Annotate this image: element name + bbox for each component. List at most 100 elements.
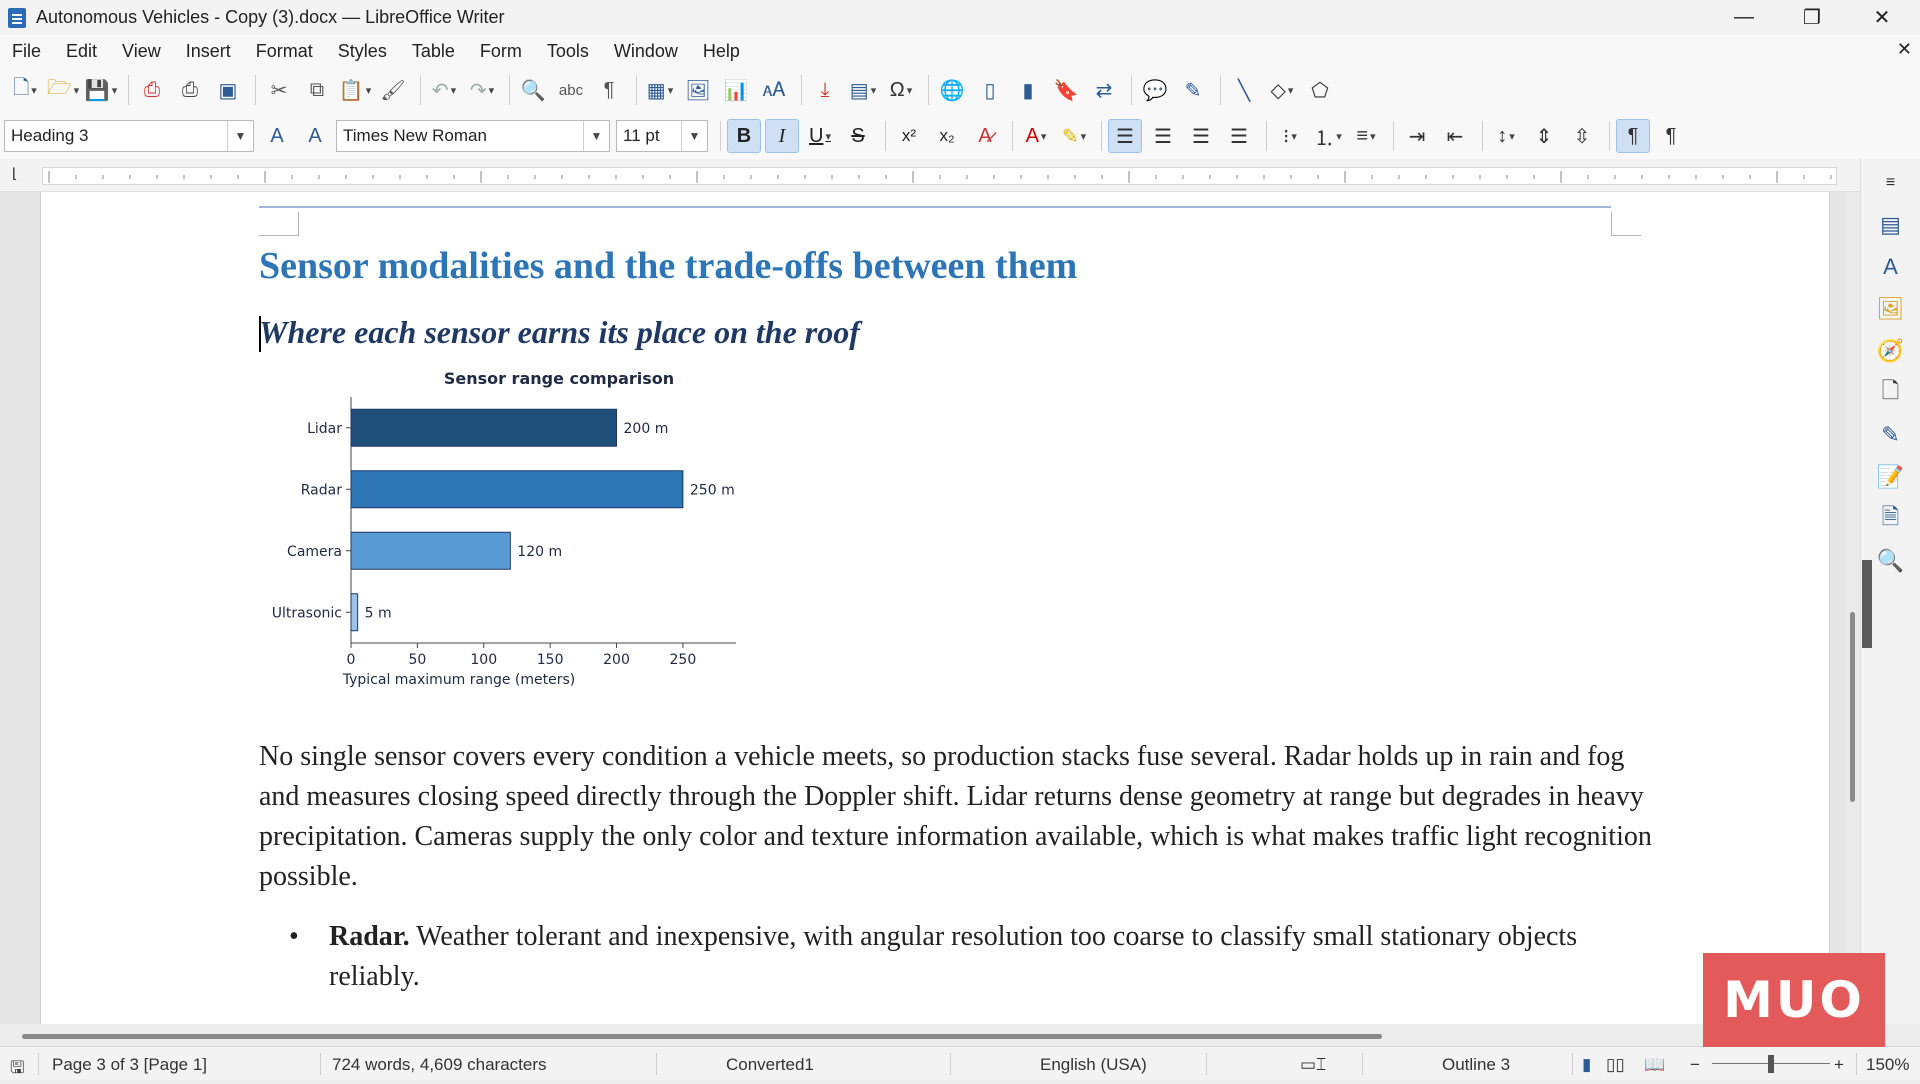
copy-icon[interactable]: ⧉ [300, 73, 334, 107]
redo-icon[interactable]: ↷ [465, 73, 499, 107]
line-spacing-icon[interactable]: ↕ [1489, 119, 1523, 153]
menu-tools[interactable]: Tools [535, 41, 602, 62]
horizontal-scrollbar[interactable] [0, 1024, 1860, 1046]
font-name-combo[interactable]: Times New Roman ▼ [336, 120, 610, 152]
book-view-icon[interactable]: 📖 [1644, 1055, 1665, 1075]
find-icon[interactable]: 🔍 [1873, 543, 1909, 579]
superscript-button[interactable]: x² [892, 119, 926, 153]
italic-button[interactable]: I [765, 119, 799, 153]
insert-table-icon[interactable]: ▦ [643, 73, 677, 107]
underline-button[interactable]: U [803, 119, 837, 153]
align-left-button[interactable]: ☰ [1108, 119, 1142, 153]
chevron-down-icon[interactable]: ▼ [681, 121, 707, 151]
clone-formatting-icon[interactable]: 🖌 [376, 73, 410, 107]
menu-form[interactable]: Form [468, 41, 535, 62]
insert-image-icon[interactable]: 🖼 [681, 73, 715, 107]
insert-textbox-icon[interactable]: 🗚 [757, 73, 791, 107]
strikethrough-button[interactable]: S [841, 119, 875, 153]
chevron-down-icon[interactable]: ▼ [583, 121, 609, 151]
cross-reference-icon[interactable]: ⇄ [1087, 73, 1121, 107]
page-icon[interactable]: 🗋 [1873, 375, 1909, 411]
bookmark-icon[interactable]: 🔖 [1049, 73, 1083, 107]
formatting-marks-icon[interactable]: ¶ [592, 73, 626, 107]
highlight-color-icon[interactable]: ✎ [1057, 119, 1091, 153]
comment-icon[interactable]: 💬 [1138, 73, 1172, 107]
multi-page-view-icon[interactable]: ▯▯ [1606, 1055, 1625, 1075]
page-break-icon[interactable]: ⤓ [808, 73, 842, 107]
menu-insert[interactable]: Insert [174, 41, 244, 62]
menu-styles[interactable]: Styles [326, 41, 400, 62]
draw-functions-icon[interactable]: ⬠ [1303, 73, 1337, 107]
endnote-icon[interactable]: ▮ [1011, 73, 1045, 107]
navigator-icon[interactable]: 🧭 [1873, 333, 1909, 369]
hyperlink-icon[interactable]: 🌐 [935, 73, 969, 107]
find-replace-icon[interactable]: 🔍 [516, 73, 550, 107]
basic-shapes-icon[interactable]: ◇ [1265, 73, 1299, 107]
increase-indent-icon[interactable]: ⇥ [1400, 119, 1434, 153]
body-paragraph[interactable]: No single sensor covers every condition … [259, 737, 1659, 897]
track-changes-icon[interactable]: ✎ [1176, 73, 1210, 107]
footnote-icon[interactable]: ▯ [973, 73, 1007, 107]
menu-edit[interactable]: Edit [54, 41, 110, 62]
undo-icon[interactable]: ↶ [427, 73, 461, 107]
bold-button[interactable]: B [727, 119, 761, 153]
print-preview-icon[interactable]: ▣ [211, 73, 245, 107]
line-icon[interactable]: ╲ [1227, 73, 1261, 107]
align-center-button[interactable]: ☰ [1146, 119, 1180, 153]
tab-stop-selector-icon[interactable]: ⌊ [12, 165, 17, 182]
right-to-left-icon[interactable]: ¶ [1654, 119, 1688, 153]
decrease-indent-icon[interactable]: ⇤ [1438, 119, 1472, 153]
embedded-chart[interactable]: Sensor range comparison Lidar 200 m Radar 25… [259, 367, 779, 717]
export-pdf-icon[interactable]: ⎙ [135, 73, 169, 107]
paragraph-style-combo[interactable]: Heading 3 ▼ [4, 120, 254, 152]
word-count[interactable]: 724 words, 4,609 characters [332, 1055, 547, 1075]
styles-icon[interactable]: A [1873, 249, 1909, 285]
insert-field-icon[interactable]: ▤ [846, 73, 880, 107]
page-number[interactable]: Page 3 of 3 [Page 1] [52, 1055, 207, 1075]
clear-formatting-icon[interactable]: A̷ [968, 119, 1002, 153]
align-right-button[interactable]: ☰ [1184, 119, 1218, 153]
increase-paragraph-spacing-icon[interactable]: ⇕ [1527, 119, 1561, 153]
chevron-down-icon[interactable]: ▼ [227, 121, 253, 151]
menu-view[interactable]: View [110, 41, 174, 62]
print-icon[interactable]: ⎙ [173, 73, 207, 107]
zoom-slider-handle[interactable] [1768, 1055, 1774, 1073]
heading-3[interactable]: Where each sensor earns its place on the… [259, 314, 860, 351]
menu-window[interactable]: Window [602, 41, 691, 62]
bullet-list-icon[interactable]: ⁝ [1273, 119, 1307, 153]
zoom-level[interactable]: 150% [1866, 1055, 1909, 1075]
subscript-button[interactable]: x₂ [930, 119, 964, 153]
justify-button[interactable]: ☰ [1222, 119, 1256, 153]
new-document-icon[interactable]: 🗋 [8, 73, 42, 107]
zoom-in-icon[interactable]: + [1834, 1055, 1844, 1075]
horizontal-ruler[interactable]: ⌊ [0, 159, 1860, 192]
zoom-out-icon[interactable]: − [1690, 1055, 1700, 1075]
menu-format[interactable]: Format [244, 41, 326, 62]
special-character-icon[interactable]: Ω [884, 73, 918, 107]
page-style[interactable]: Converted1 [726, 1055, 814, 1075]
language[interactable]: English (USA) [1040, 1055, 1147, 1075]
insert-mode-icon[interactable]: ▭⌶ [1300, 1055, 1326, 1075]
properties-icon[interactable]: ▤ [1873, 207, 1909, 243]
open-folder-icon[interactable]: 🗁 [46, 73, 80, 107]
manage-changes-icon[interactable]: 📝 [1873, 459, 1909, 495]
close-button[interactable]: ✕ [1852, 0, 1912, 35]
menu-help[interactable]: Help [691, 41, 753, 62]
font-size-combo[interactable]: 11 pt ▼ [616, 120, 708, 152]
scroll-thumb[interactable] [1850, 612, 1855, 802]
decrease-paragraph-spacing-icon[interactable]: ⇳ [1565, 119, 1599, 153]
update-style-icon[interactable]: A [260, 119, 294, 153]
cut-icon[interactable]: ✂ [262, 73, 296, 107]
single-page-view-icon[interactable]: ▮ [1582, 1055, 1591, 1075]
sidebar-collapse-handle[interactable] [1862, 560, 1872, 648]
restore-button[interactable]: ❐ [1782, 0, 1842, 35]
menu-table[interactable]: Table [400, 41, 468, 62]
new-style-icon[interactable]: A [298, 119, 332, 153]
design-icon[interactable]: 🗎 [1873, 501, 1909, 537]
document-workspace[interactable]: Sensor modalities and the trade-offs bet… [0, 192, 1860, 1024]
sidebar-menu-icon[interactable]: ≡ [1873, 165, 1909, 201]
numbered-list-icon[interactable]: ⒈ [1311, 119, 1345, 153]
paste-icon[interactable]: 📋 [338, 73, 372, 107]
gallery-icon[interactable]: 🖼 [1873, 291, 1909, 327]
minimize-button[interactable]: — [1714, 0, 1774, 35]
